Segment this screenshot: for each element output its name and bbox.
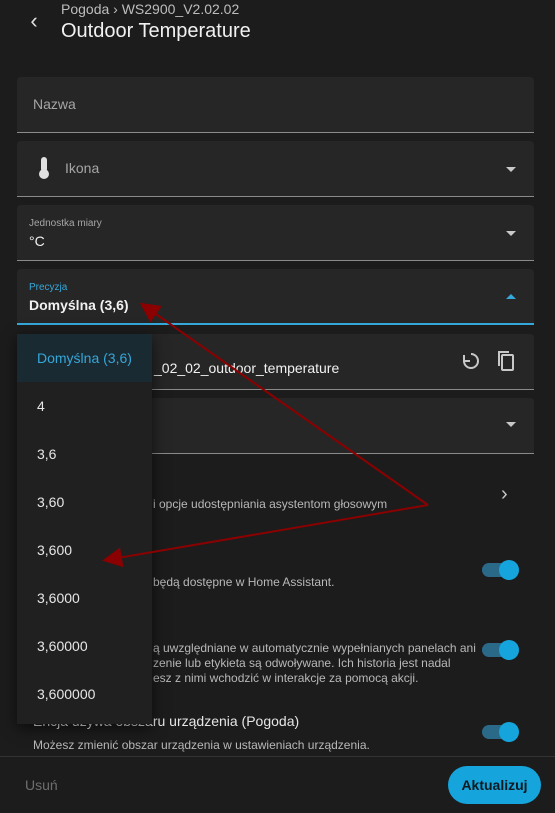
annotation-arrow: [102, 504, 429, 568]
delete-button[interactable]: Usuń: [25, 777, 58, 793]
annotation-arrows: [102, 302, 429, 568]
annotation-arrow: [139, 302, 429, 506]
footer: Usuń Aktualizuj: [0, 756, 555, 813]
update-button[interactable]: Aktualizuj: [448, 766, 541, 804]
